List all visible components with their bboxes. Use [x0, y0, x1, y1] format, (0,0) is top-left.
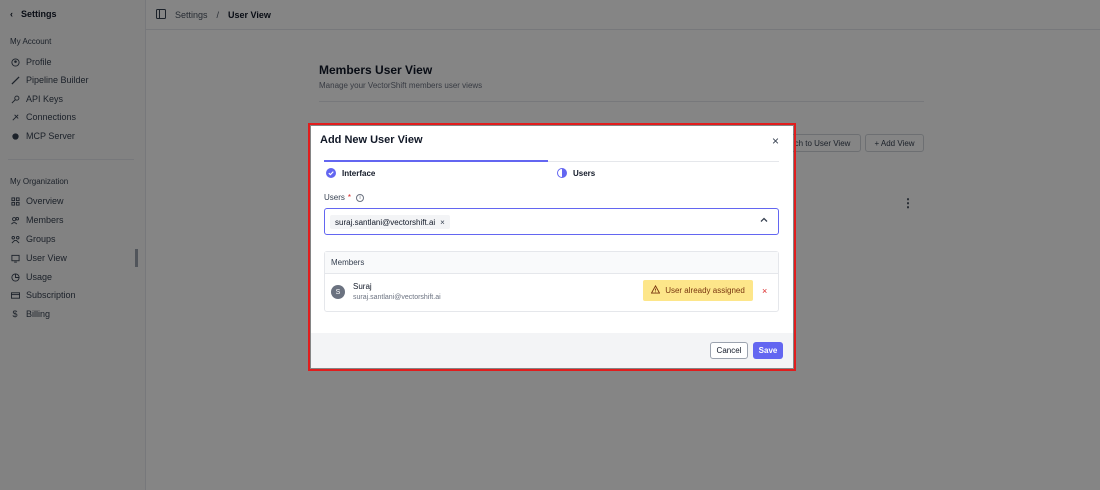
warning-icon — [650, 284, 661, 296]
cancel-button[interactable]: Cancel — [710, 342, 748, 359]
dialog-title: Add New User View — [320, 134, 423, 146]
chip-label: suraj.santlani@vectorshift.ai — [335, 217, 436, 227]
step-users[interactable]: Users — [557, 168, 595, 178]
required-mark: * — [347, 193, 352, 202]
info-icon[interactable]: i — [356, 193, 365, 202]
avatar: S — [331, 285, 345, 299]
check-circle-icon — [326, 168, 336, 178]
step-progress-pending — [548, 161, 779, 162]
users-label-text: Users — [324, 193, 345, 202]
step-progress-complete — [324, 160, 548, 162]
step-interface[interactable]: Interface — [326, 168, 375, 178]
dialog-footer: Cancel Save — [311, 333, 793, 368]
add-user-view-dialog: Add New User View × Interface Users User… — [311, 126, 793, 368]
status-text: User already assigned — [665, 286, 745, 295]
step-label: Interface — [342, 168, 376, 178]
member-name: Suraj — [353, 282, 372, 291]
half-circle-icon — [557, 168, 567, 178]
member-email: suraj.santlani@vectorshift.ai — [353, 294, 441, 301]
chevron-up-icon[interactable] — [760, 216, 768, 226]
step-label: Users — [573, 168, 596, 178]
status-badge: User already assigned — [643, 280, 753, 301]
selected-user-chip: suraj.santlani@vectorshift.ai × — [330, 215, 450, 229]
remove-chip-icon[interactable]: × — [440, 218, 445, 227]
members-table: Members S Suraj suraj.santlani@vectorshi… — [324, 251, 779, 312]
users-multiselect[interactable]: suraj.santlani@vectorshift.ai × — [324, 208, 779, 235]
save-button[interactable]: Save — [753, 342, 783, 359]
table-row: S Suraj suraj.santlani@vectorshift.ai Us… — [325, 274, 778, 312]
close-icon[interactable]: × — [772, 134, 779, 148]
remove-member-icon[interactable]: × — [762, 286, 767, 296]
members-header: Members — [325, 252, 778, 274]
users-field-label: Users * i — [324, 193, 365, 202]
